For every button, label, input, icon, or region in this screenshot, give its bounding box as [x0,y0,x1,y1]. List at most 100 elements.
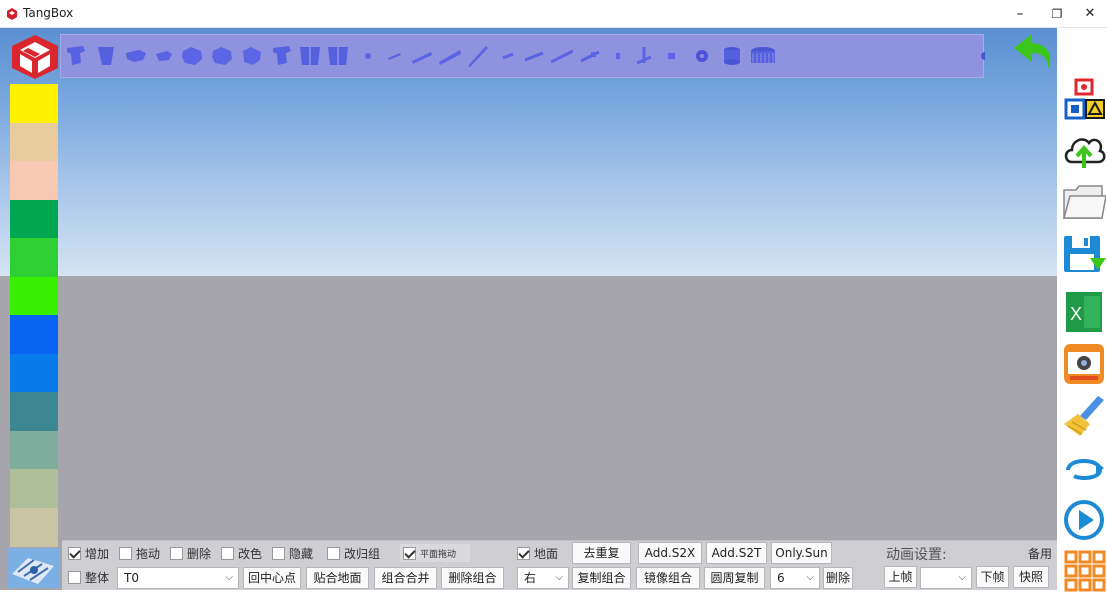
back-to-center-button[interactable]: 回中心点 [243,567,301,589]
stick-short-part-icon[interactable] [383,43,405,69]
double-cup-part-2-icon[interactable] [327,43,349,69]
cross-part-3-icon[interactable] [241,43,263,69]
snap-to-ground-button[interactable]: 贴合地面 [306,567,369,589]
window-title: TangBox [23,6,74,20]
regroup-checkbox-label: 改归组 [344,546,381,561]
only-sun-button[interactable]: Only.Sun [771,542,832,564]
regroup-checkbox-box[interactable] [327,546,340,560]
hide-checkbox-box[interactable] [272,546,285,560]
count-select[interactable]: 6 ⌵ [770,567,820,589]
drag-checkbox-label: 拖动 [136,546,161,561]
color-swatch[interactable] [10,122,58,162]
3d-viewport[interactable] [0,28,1057,590]
wheel-part-icon[interactable] [691,43,713,69]
add-checkbox-box[interactable] [68,546,81,560]
cloud-upload-icon[interactable] [1062,128,1106,172]
rod-part-icon[interactable] [523,43,545,69]
t-select[interactable]: T0 ⌵ [117,567,239,589]
tangbox-logo-icon[interactable] [10,34,60,80]
whole-checkbox-box[interactable] [68,570,81,584]
double-cup-part-icon[interactable] [299,43,321,69]
scene-thumbnail[interactable] [8,548,60,588]
stick-part-icon[interactable] [411,43,433,69]
hide-checkbox[interactable]: 隐藏 [272,544,313,562]
regroup-checkbox[interactable]: 改归组 [327,544,380,562]
dedupe-button[interactable]: 去重复 [572,542,631,564]
camera-icon[interactable] [1062,342,1106,386]
plane-drag-checkbox-box[interactable] [403,546,416,560]
ground-checkbox[interactable]: 地面 [517,544,558,562]
next-frame-button[interactable]: 下帧 [976,566,1009,588]
spool-part-icon[interactable] [721,43,743,69]
cup-part-icon[interactable] [95,43,117,69]
corner-part-icon[interactable] [125,43,147,69]
direction-select[interactable]: 右 ⌵ [517,567,569,589]
color-swatch[interactable] [10,392,58,431]
color-swatch[interactable] [10,238,58,277]
color-swatch[interactable] [10,199,58,239]
copy-group-button[interactable]: 复制组合 [572,567,631,589]
gear-part-icon[interactable] [749,43,777,69]
axle-part-icon[interactable] [579,43,601,69]
close-button[interactable]: ✕ [1075,2,1105,26]
undo-arrow-icon[interactable] [1010,30,1056,72]
color-swatch[interactable] [10,430,58,470]
minimize-button[interactable]: – [1005,2,1035,26]
ground-checkbox-box[interactable] [517,546,530,560]
delete-button[interactable]: 删除 [823,567,853,589]
recolor-checkbox-box[interactable] [221,546,234,560]
peg-part-icon[interactable] [607,43,629,69]
color-swatch[interactable] [10,315,58,354]
mirror-group-button[interactable]: 镜像组合 [636,567,700,589]
dot-part-icon[interactable] [357,43,379,69]
color-swatch[interactable] [10,469,58,508]
delete-checkbox-label: 删除 [187,546,212,561]
save-icon[interactable] [1062,230,1106,274]
excel-icon[interactable]: X [1062,290,1106,334]
drag-checkbox[interactable]: 拖动 [119,544,160,562]
merge-group-button[interactable]: 组合合并 [374,567,437,589]
color-swatch[interactable] [10,507,58,547]
add-s2t-button[interactable]: Add.S2T [706,542,767,564]
recolor-checkbox[interactable]: 改色 [221,544,262,562]
add-s2x-button[interactable]: Add.S2X [638,542,702,564]
shapes-icon[interactable] [1062,78,1106,122]
circular-copy-button[interactable]: 圆周复制 [704,567,765,589]
delete-group-button[interactable]: 删除组合 [441,567,504,589]
t-connector-part-icon[interactable] [633,43,655,69]
rotate-icon[interactable] [1062,446,1106,490]
play-icon[interactable] [1062,498,1106,542]
cross-part-icon[interactable] [181,43,203,69]
delete-checkbox[interactable]: 删除 [170,544,211,562]
color-swatch[interactable] [10,84,58,123]
stick-long-part-icon[interactable] [439,43,461,69]
block-part-icon[interactable] [65,43,87,69]
block-part-2-icon[interactable] [271,43,293,69]
add-checkbox[interactable]: 增加 [68,544,109,562]
plane-drag-checkbox[interactable]: 平面拖动 [400,544,470,562]
delete-checkbox-box[interactable] [170,546,183,560]
color-swatch[interactable] [10,161,58,200]
partial-part-icon[interactable] [979,43,985,69]
snapshot-button[interactable]: 快照 [1013,566,1049,588]
broom-icon[interactable] [1062,394,1106,438]
color-swatch[interactable] [10,276,58,316]
whole-checkbox[interactable]: 整体 [68,568,109,586]
grid-icon[interactable] [1062,548,1106,592]
restore-button[interactable]: ❐ [1042,2,1072,26]
color-swatch[interactable] [10,353,58,393]
hide-checkbox-label: 隐藏 [289,546,314,561]
small-block-part-icon[interactable] [153,43,175,69]
rod-short-part-icon[interactable] [497,43,519,69]
rod-long-part-icon[interactable] [551,43,573,69]
drag-checkbox-box[interactable] [119,546,132,560]
chevron-down-icon: ⌵ [958,572,966,583]
stick-diagonal-part-icon[interactable] [467,43,489,69]
small-connector-part-icon[interactable] [661,43,683,69]
recolor-checkbox-label: 改色 [238,546,263,561]
folder-icon[interactable] [1062,180,1106,224]
chevron-down-icon: ⌵ [225,572,233,583]
prev-frame-button[interactable]: 上帧 [884,566,917,588]
frame-select[interactable]: ⌵ [920,567,972,589]
cross-part-2-icon[interactable] [211,43,233,69]
